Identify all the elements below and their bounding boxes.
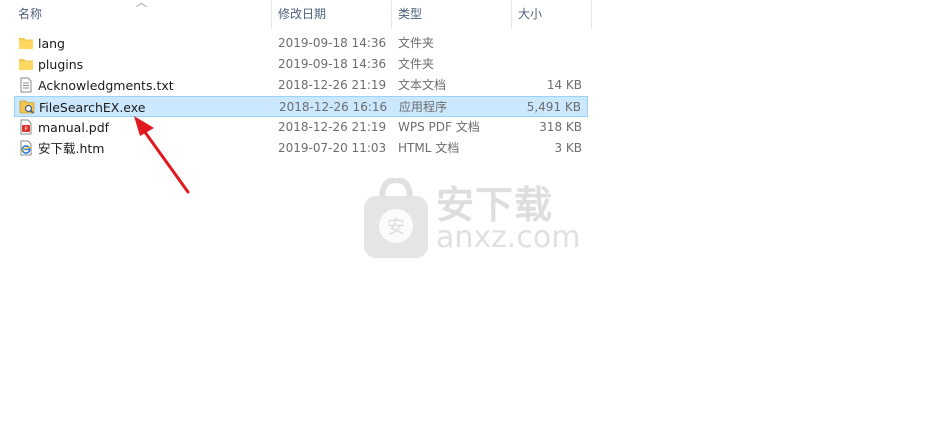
text-file-icon	[18, 75, 34, 96]
file-type: WPS PDF 文档	[398, 120, 480, 134]
watermark-text-en: anxz.com	[436, 220, 581, 255]
column-header: 名称 ︿ 修改日期 类型 大小	[0, 0, 592, 28]
svg-text:P: P	[24, 127, 27, 133]
column-header-size-label: 大小	[518, 7, 543, 21]
column-header-date[interactable]: 修改日期	[272, 0, 392, 28]
file-size: 14 KB	[546, 78, 582, 92]
file-date: 2019-07-20 11:03	[278, 141, 387, 155]
file-row[interactable]: lang 2019-09-18 14:36 文件夹	[14, 33, 588, 54]
file-type: 文本文档	[398, 78, 447, 92]
sort-ascending-icon: ︿	[136, 0, 147, 9]
file-type: 文件夹	[398, 36, 435, 50]
file-explorer-view: 名称 ︿ 修改日期 类型 大小 lang 2019-09-18 14:36 文件…	[0, 0, 945, 440]
folder-icon	[18, 54, 34, 75]
html-file-icon	[18, 138, 34, 159]
file-row[interactable]: 安下载.htm 2019-07-20 11:03 HTML 文档 3 KB	[14, 138, 588, 159]
file-date: 2018-12-26 21:19	[278, 120, 387, 134]
file-type: HTML 文档	[398, 141, 460, 155]
column-header-name-label: 名称	[18, 7, 43, 21]
file-date: 2019-09-18 14:36	[278, 36, 387, 50]
column-header-type[interactable]: 类型	[392, 0, 512, 28]
file-row-selected[interactable]: FileSearchEX.exe 2018-12-26 16:16 应用程序 5…	[14, 96, 588, 117]
column-header-date-label: 修改日期	[278, 7, 327, 21]
file-row[interactable]: plugins 2019-09-18 14:36 文件夹	[14, 54, 588, 75]
file-name: lang	[38, 36, 65, 51]
folder-icon	[18, 33, 34, 54]
file-name: plugins	[38, 57, 84, 72]
watermark-logo: 安 安下载 anxz.com	[360, 178, 590, 262]
watermark-badge: 安	[387, 217, 405, 238]
file-size: 3 KB	[554, 141, 582, 155]
file-date: 2019-09-18 14:36	[278, 57, 387, 71]
file-row[interactable]: P manual.pdf 2018-12-26 21:19 WPS PDF 文档…	[14, 117, 588, 138]
file-date: 2018-12-26 16:16	[279, 100, 388, 114]
file-size: 5,491 KB	[526, 100, 581, 114]
file-row[interactable]: Acknowledgments.txt 2018-12-26 21:19 文本文…	[14, 75, 588, 96]
file-type: 应用程序	[399, 100, 448, 114]
column-header-size[interactable]: 大小	[512, 0, 592, 28]
shopping-bag-icon: 安	[364, 178, 428, 258]
file-name: manual.pdf	[38, 120, 110, 135]
file-name: 安下载.htm	[38, 141, 105, 156]
file-name: Acknowledgments.txt	[38, 78, 174, 93]
file-date: 2018-12-26 21:19	[278, 78, 387, 92]
column-header-type-label: 类型	[398, 7, 423, 21]
app-icon	[19, 97, 35, 118]
file-type: 文件夹	[398, 57, 435, 71]
file-size: 318 KB	[539, 120, 582, 134]
red-arrow-annotation	[134, 116, 190, 194]
pdf-icon: P	[18, 117, 34, 138]
